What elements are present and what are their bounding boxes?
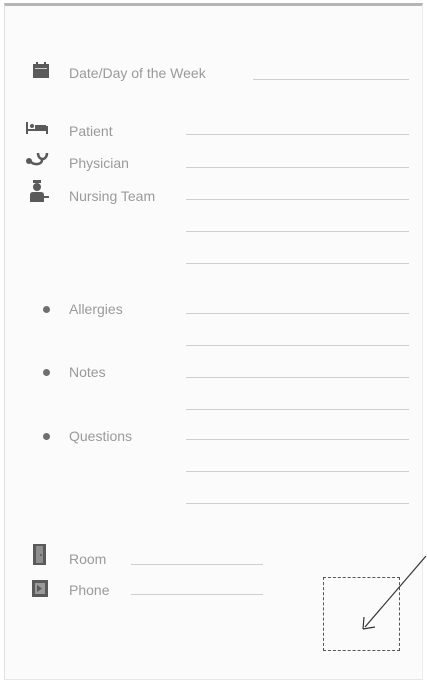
patient-line[interactable] [186, 134, 409, 135]
questions-line-3[interactable] [186, 503, 409, 504]
notes-line-1[interactable] [186, 377, 409, 378]
phone-label: Phone [69, 582, 110, 598]
allergies-line-2[interactable] [186, 345, 409, 346]
nurse-icon [30, 180, 49, 202]
date-line[interactable] [253, 79, 409, 80]
allergies-bullet [43, 306, 50, 313]
room-line[interactable] [131, 564, 263, 565]
questions-label: Questions [69, 428, 133, 444]
questions-bullet [43, 433, 50, 440]
phone-line[interactable] [131, 594, 263, 595]
notes-bullet [43, 369, 50, 376]
patient-label: Patient [69, 123, 113, 139]
phone-icon [32, 580, 48, 597]
physician-line[interactable] [186, 167, 409, 168]
calendar-icon [33, 62, 49, 78]
allergies-label: Allergies [69, 301, 123, 317]
physician-label: Physician [69, 155, 129, 171]
nursing-team-label: Nursing Team [69, 188, 156, 204]
nursing-line-3[interactable] [186, 263, 409, 264]
bed-icon [26, 122, 48, 134]
notes-line-2[interactable] [186, 409, 409, 410]
nursing-line-1[interactable] [186, 199, 409, 200]
stethoscope-icon [26, 152, 49, 166]
arrow-icon [362, 555, 427, 630]
allergies-line-1[interactable] [186, 313, 409, 314]
date-label: Date/Day of the Week [69, 65, 206, 81]
questions-line-2[interactable] [186, 471, 409, 472]
room-label: Room [69, 551, 107, 567]
nursing-line-2[interactable] [186, 231, 409, 232]
door-icon [33, 544, 46, 565]
questions-line-1[interactable] [186, 439, 409, 440]
notes-label: Notes [69, 364, 106, 380]
